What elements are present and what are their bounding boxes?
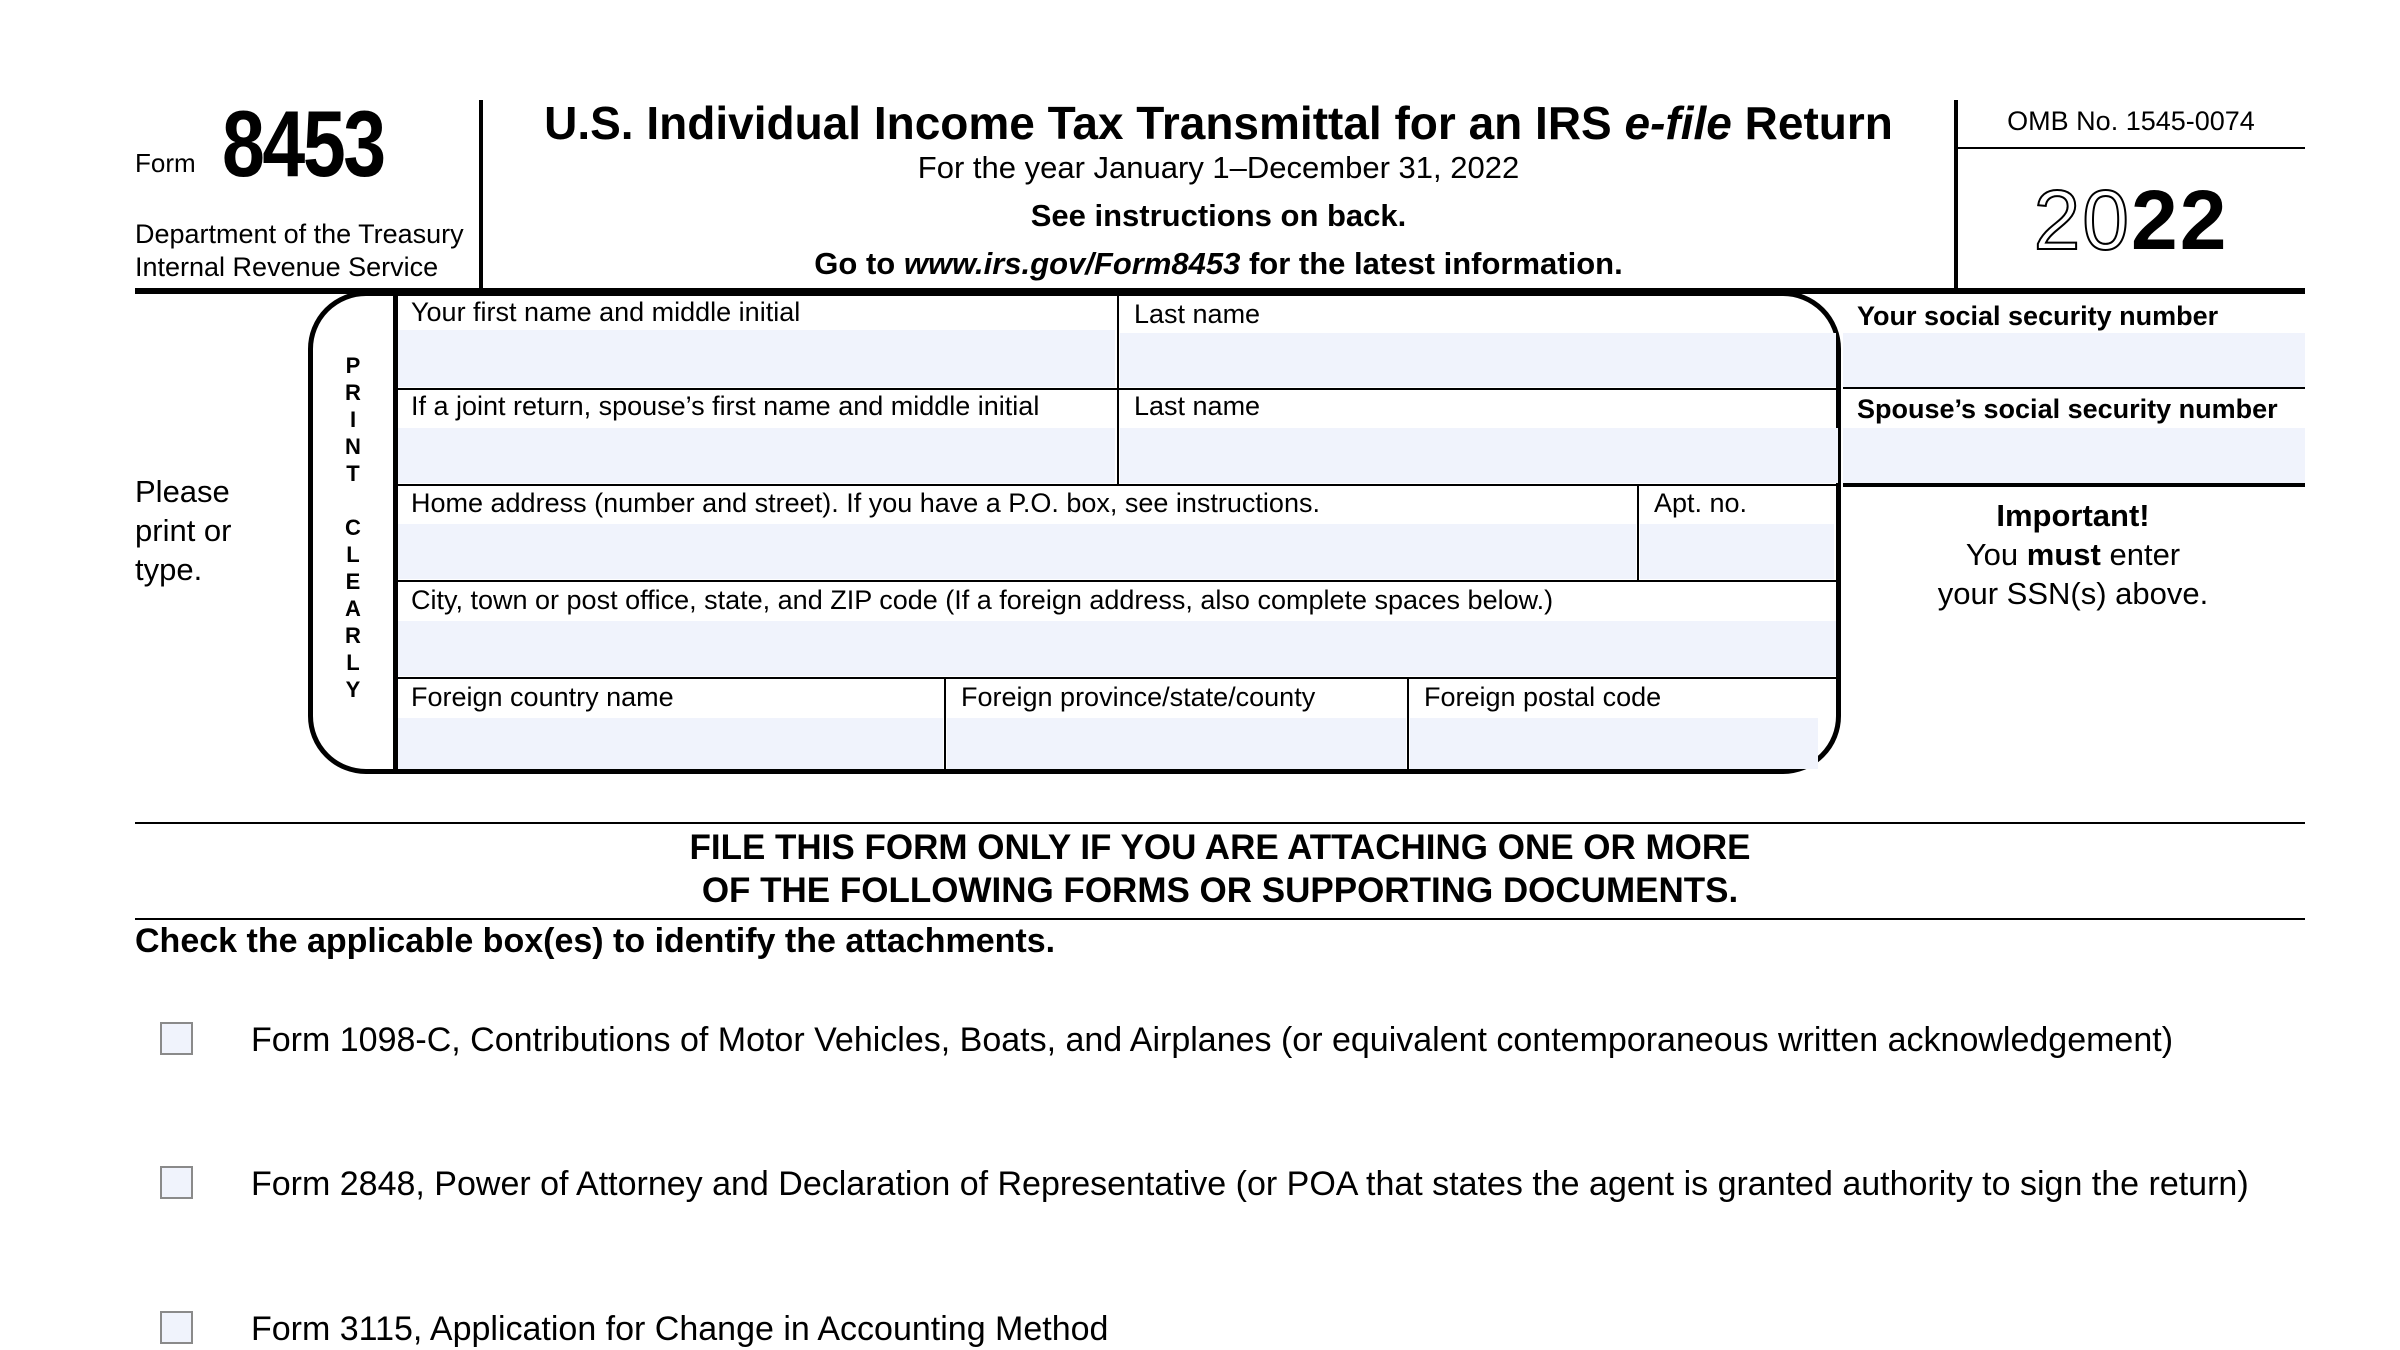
form-title: U.S. Individual Income Tax Transmittal f… [481, 96, 1956, 150]
city-state-zip-input[interactable] [398, 621, 1836, 676]
important-note: Important! You must enter your SSN(s) ab… [1842, 496, 2304, 613]
col-divider [1407, 678, 1409, 770]
attachment-label-form-1098c: Form 1098-C, Contributions of Motor Vehi… [251, 1021, 2174, 1059]
department-label: Department of the Treasury Internal Reve… [135, 218, 464, 284]
department-line-1: Department of the Treasury [135, 219, 464, 249]
file-only-notice: FILE THIS FORM ONLY IF YOU ARE ATTACHING… [135, 826, 2305, 912]
important-must: must [2026, 537, 2101, 572]
form-word-label: Form [135, 148, 196, 178]
file-only-notice-line-2: OF THE FOLLOWING FORMS OR SUPPORTING DOC… [701, 871, 1739, 910]
important-line-2: your SSN(s) above. [1937, 576, 2209, 611]
print-clearly-vertical-label: P R I N T C L E A R L Y [338, 352, 368, 703]
your-ssn-label: Your social security number [1857, 301, 2219, 331]
letter-gap [338, 487, 368, 514]
letter: N [345, 434, 361, 459]
tax-year: 2022 [1958, 172, 2304, 269]
last-name-input[interactable] [1120, 333, 1836, 387]
row-divider [398, 580, 1838, 582]
tax-year-line: For the year January 1–December 31, 2022 [917, 150, 1520, 185]
spouse-first-name-input[interactable] [398, 428, 1115, 483]
tax-year-outline: 20 [2033, 172, 2131, 268]
department-line-2: Internal Revenue Service [135, 252, 439, 282]
letter: P [345, 353, 361, 378]
print-instruction-line-3: type. [135, 552, 203, 587]
instructions-note: See instructions on back. [1030, 198, 1407, 233]
letter: R [345, 623, 361, 648]
row-divider [398, 677, 1838, 679]
section-rule-bottom [135, 918, 2305, 920]
title-text-1: U.S. Individual Income Tax Transmittal f… [544, 97, 1625, 149]
letter: A [345, 596, 361, 621]
foreign-province-input[interactable] [947, 718, 1406, 769]
tax-year-bold: 22 [2131, 173, 2229, 267]
print-instruction: Please print or type. [135, 472, 231, 589]
home-address-input[interactable] [398, 524, 1636, 579]
attachments-heading: Check the applicable box(es) to identify… [135, 922, 1056, 960]
spouse-last-name-input[interactable] [1120, 428, 1838, 483]
ssn-bottom-rule [1843, 483, 2305, 487]
file-only-notice-line-1: FILE THIS FORM ONLY IF YOU ARE ATTACHING… [689, 828, 1751, 867]
first-name-label: Your first name and middle initial [411, 297, 801, 327]
important-text: enter [2100, 537, 2181, 572]
foreign-country-label: Foreign country name [411, 682, 674, 712]
attachment-label-form-3115: Form 3115, Application for Change in Acc… [251, 1310, 1109, 1348]
foreign-postal-code-label: Foreign postal code [1424, 682, 1662, 712]
important-title: Important! [1996, 498, 2150, 533]
letter: T [346, 461, 360, 486]
section-rule-top [135, 822, 2305, 824]
spouse-ssn-input[interactable] [1843, 428, 2305, 483]
home-address-label: Home address (number and street). If you… [411, 488, 1320, 518]
irs-website-link[interactable]: www.irs.gov/Form8453 [904, 246, 1241, 281]
title-text-2: Return [1731, 97, 1893, 149]
goto-prefix: Go to [814, 246, 904, 281]
letter: I [349, 407, 357, 432]
form-number: 8453 [222, 91, 386, 196]
letter: C [345, 515, 361, 540]
checkbox-form-3115[interactable] [160, 1311, 193, 1344]
your-ssn-input[interactable] [1843, 333, 2305, 387]
checkbox-form-2848[interactable] [160, 1166, 193, 1199]
print-instruction-line-1: Please [135, 474, 230, 509]
spouse-ssn-label: Spouse’s social security number [1857, 394, 2278, 424]
website-note: Go to www.irs.gov/Form8453 for the lates… [481, 246, 1956, 282]
city-state-zip-label: City, town or post office, state, and ZI… [411, 585, 1554, 615]
omb-number: OMB No. 1545-0074 [2007, 106, 2255, 136]
attachment-label-form-2848: Form 2848, Power of Attorney and Declara… [251, 1165, 2249, 1203]
apt-no-input[interactable] [1640, 524, 1834, 579]
ssn-divider [1843, 387, 2305, 389]
letter: L [346, 542, 360, 567]
letter: Y [345, 677, 361, 702]
last-name-label: Last name [1134, 299, 1261, 329]
foreign-postal-code-input[interactable] [1410, 718, 1818, 769]
spouse-last-name-label: Last name [1134, 391, 1261, 421]
letter: L [346, 650, 360, 675]
foreign-province-label: Foreign province/state/county [961, 682, 1316, 712]
goto-suffix: for the latest information. [1240, 246, 1623, 281]
important-text: You [1965, 537, 2027, 572]
title-efile: e-file [1624, 97, 1732, 149]
first-name-input[interactable] [398, 330, 1115, 387]
important-line-1: You must enter [1842, 535, 2304, 574]
col-divider [1637, 485, 1639, 581]
foreign-country-input[interactable] [398, 718, 943, 769]
print-instruction-line-2: print or [135, 513, 232, 548]
letter: E [345, 569, 361, 594]
checkbox-form-1098c[interactable] [160, 1022, 193, 1055]
spouse-first-name-label: If a joint return, spouse’s first name a… [411, 391, 1040, 421]
col-divider [1117, 294, 1119, 485]
col-divider [944, 678, 946, 770]
omb-divider [1956, 147, 2305, 149]
letter: R [345, 380, 361, 405]
apt-no-label: Apt. no. [1654, 488, 1748, 518]
